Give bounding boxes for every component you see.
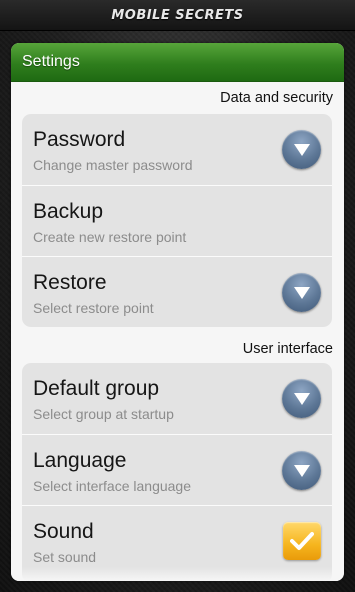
chevron-down-icon xyxy=(293,392,310,405)
setting-title: Password xyxy=(33,128,126,151)
chevron-down-icon xyxy=(293,286,310,299)
settings-panel: Settings Data and security Password Chan… xyxy=(11,43,344,581)
setting-subtitle: Select group at startup xyxy=(33,406,174,422)
checkmark-icon xyxy=(290,532,314,550)
default-group-dropdown-button[interactable] xyxy=(282,379,321,418)
app-header: MOBILE SECRETS xyxy=(0,0,355,31)
setting-subtitle: Select restore point xyxy=(33,300,154,316)
setting-subtitle: Set sound xyxy=(33,549,97,565)
setting-subtitle: Change master password xyxy=(33,157,193,173)
app-title: MOBILE SECRETS xyxy=(111,7,244,23)
section-label-data-security: Data and security xyxy=(220,90,333,106)
settings-group-user-interface: Default group Select group at startup La… xyxy=(22,363,332,581)
setting-row-sound[interactable]: Sound Set sound xyxy=(22,505,332,576)
setting-row-default-group[interactable]: Default group Select group at startup xyxy=(22,363,332,434)
section-label-user-interface: User interface xyxy=(242,341,333,357)
setting-row-restore[interactable]: Restore Select restore point xyxy=(22,256,332,327)
settings-header: Settings xyxy=(11,43,344,82)
settings-group-data-security: Password Change master password Backup C… xyxy=(22,114,332,327)
setting-row-backup[interactable]: Backup Create new restore point xyxy=(22,185,332,256)
setting-subtitle: Select interface language xyxy=(33,478,191,494)
setting-title: Backup xyxy=(33,200,104,223)
chevron-down-icon xyxy=(293,464,310,477)
setting-title: Language xyxy=(33,449,127,472)
setting-row-password[interactable]: Password Change master password xyxy=(22,114,332,185)
sound-checkbox[interactable] xyxy=(283,522,321,560)
setting-subtitle: Create new restore point xyxy=(33,229,187,245)
setting-title: Sound xyxy=(33,520,94,543)
setting-row-language[interactable]: Language Select interface language xyxy=(22,434,332,505)
setting-title: Default group xyxy=(33,377,160,400)
chevron-down-icon xyxy=(293,143,310,156)
language-dropdown-button[interactable] xyxy=(282,451,321,490)
restore-dropdown-button[interactable] xyxy=(282,273,321,312)
settings-title: Settings xyxy=(22,53,80,70)
setting-title: Restore xyxy=(33,271,107,294)
password-dropdown-button[interactable] xyxy=(282,130,321,169)
